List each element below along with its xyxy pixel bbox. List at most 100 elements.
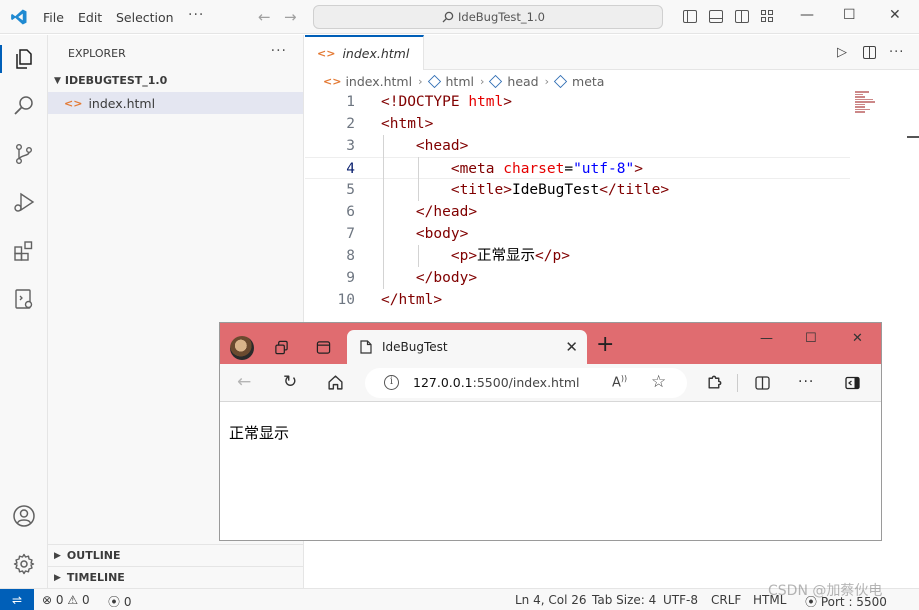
menu-edit[interactable]: Edit	[78, 10, 102, 25]
favorite-star-icon[interactable]: ☆	[651, 372, 666, 392]
menu-selection[interactable]: Selection	[116, 10, 174, 25]
maximize-icon[interactable]: ☐	[805, 331, 817, 346]
source-control-icon[interactable]	[12, 142, 36, 166]
vscode-logo-icon	[11, 9, 27, 25]
extensions-icon[interactable]	[706, 374, 723, 391]
tab-size[interactable]: Tab Size: 4	[592, 593, 656, 607]
code-line[interactable]: 1 <!DOCTYPE html>	[305, 91, 850, 113]
file-item-label: index.html	[88, 95, 156, 111]
code-text: <head>	[415, 138, 469, 154]
settings-gear-icon[interactable]	[12, 552, 36, 576]
run-debug-icon[interactable]	[12, 191, 36, 215]
chevron-right-icon: ›	[418, 74, 423, 88]
editor-more-icon[interactable]: ···	[889, 45, 904, 60]
customize-layout-icon[interactable]	[761, 10, 775, 23]
indent-guide	[418, 157, 419, 201]
code-text: <!DOCTYPE html>	[381, 94, 512, 110]
chevron-right-icon: ▶	[54, 572, 61, 583]
line-number: 5	[346, 182, 355, 198]
warning-icon: ⚠	[67, 593, 79, 607]
maximize-icon[interactable]: ☐	[843, 7, 856, 23]
read-aloud-icon[interactable]: A))	[612, 374, 627, 390]
profile-avatar[interactable]	[230, 336, 254, 360]
home-icon[interactable]	[327, 374, 344, 391]
html-file-icon: <>	[323, 74, 342, 88]
toolbar-divider	[737, 374, 738, 392]
breadcrumb-html[interactable]: html	[446, 74, 474, 89]
browser-page-content: 正常显示	[220, 402, 881, 540]
breadcrumb-head[interactable]: head	[507, 74, 538, 89]
code-line[interactable]: 5 <title>IdeBugTest</title>	[305, 179, 850, 201]
tab-label: index.html	[342, 46, 410, 61]
tab-index-html[interactable]: <> index.html	[305, 35, 424, 70]
title-bar: File Edit Selection ··· ← → IdeBugTest_1…	[0, 0, 919, 34]
minimize-icon[interactable]: —	[800, 7, 814, 23]
code-line[interactable]: 3 <head>	[305, 135, 850, 157]
tab-actions-icon[interactable]	[316, 340, 331, 355]
indent-guide	[418, 245, 419, 267]
remote-indicator-icon[interactable]: ⇌	[0, 589, 34, 610]
cursor-position[interactable]: Ln 4, Col 26	[515, 593, 587, 607]
address-bar[interactable]: i 127.0.0.1:5500/index.html A)) ☆	[365, 368, 687, 398]
element-icon	[489, 74, 503, 88]
code-editor[interactable]: 1 <!DOCTYPE html> 2 <html> 3 <head> 4 <meta c…	[305, 91, 905, 321]
code-text: <body>	[415, 226, 469, 242]
workspace-folder-header[interactable]: ▼ IDEBUGTEST_1.0	[54, 74, 167, 87]
command-center-search[interactable]: IdeBugTest_1.0	[313, 5, 663, 29]
watermark: CSDN @加蔡伙电	[768, 583, 883, 599]
go-back-icon[interactable]: ←	[258, 8, 271, 26]
code-line[interactable]: 6 </head>	[305, 201, 850, 223]
workspaces-icon[interactable]	[274, 340, 289, 355]
browser-toolbar: ← ↻ i 127.0.0.1:5500/index.html A)) ☆ ··…	[220, 364, 881, 402]
sidebar-toggle-icon[interactable]	[844, 375, 861, 391]
toggle-secondary-sidebar-icon[interactable]	[735, 10, 749, 23]
split-editor-icon[interactable]	[863, 46, 876, 59]
explorer-icon[interactable]	[12, 47, 36, 71]
line-number: 6	[346, 204, 355, 220]
menu-file[interactable]: File	[43, 10, 64, 25]
file-item-index-html[interactable]: <> index.html	[48, 92, 303, 114]
account-icon[interactable]	[12, 504, 36, 528]
code-line[interactable]: 4 <meta charset="utf-8">	[305, 157, 850, 179]
ports-indicator[interactable]: ⦿ 0	[108, 593, 131, 610]
back-icon[interactable]: ←	[237, 372, 251, 392]
remote-explorer-icon[interactable]	[12, 287, 36, 311]
code-line[interactable]: 7 <body>	[305, 223, 850, 245]
close-tab-icon[interactable]: ✕	[565, 338, 578, 356]
line-ending[interactable]: CRLF	[711, 593, 741, 607]
extensions-icon[interactable]	[12, 239, 36, 263]
breadcrumb-file[interactable]: index.html	[345, 74, 412, 89]
toggle-primary-sidebar-icon[interactable]	[683, 10, 697, 23]
go-forward-icon[interactable]: →	[284, 8, 297, 26]
line-number: 9	[346, 270, 355, 286]
settings-more-icon[interactable]: ···	[798, 372, 814, 392]
code-line[interactable]: 10 </html>	[305, 289, 850, 311]
menu-more-icon[interactable]: ···	[188, 7, 204, 23]
code-text: <p>正常显示</p>	[450, 248, 570, 264]
browser-tab[interactable]: IdeBugTest ✕	[347, 330, 587, 364]
minimize-icon[interactable]: —	[760, 331, 773, 346]
toggle-panel-icon[interactable]	[709, 10, 723, 23]
code-text: </head>	[415, 204, 478, 220]
minimap[interactable]	[855, 91, 877, 113]
active-indicator	[0, 45, 2, 73]
outline-panel-header[interactable]: ▶ OUTLINE	[48, 544, 303, 566]
search-icon[interactable]	[12, 94, 36, 118]
run-icon[interactable]: ▷	[837, 45, 847, 60]
code-line[interactable]: 9 </body>	[305, 267, 850, 289]
timeline-panel-header[interactable]: ▶ TIMELINE	[48, 566, 303, 588]
site-info-icon[interactable]: i	[384, 375, 399, 390]
refresh-icon[interactable]: ↻	[283, 372, 297, 392]
close-icon[interactable]: ✕	[852, 331, 863, 346]
encoding[interactable]: UTF-8	[663, 593, 698, 607]
split-screen-icon[interactable]	[754, 375, 771, 391]
code-text: <meta charset="utf-8">	[450, 161, 643, 177]
sidebar-more-icon[interactable]: ···	[271, 43, 287, 59]
code-line[interactable]: 8 <p>正常显示</p>	[305, 245, 850, 267]
new-tab-icon[interactable]: +	[596, 334, 614, 356]
close-icon[interactable]: ✕	[889, 7, 901, 23]
problems-indicator[interactable]: ⊗ 0 ⚠ 0	[42, 593, 90, 607]
code-line[interactable]: 2 <html>	[305, 113, 850, 135]
breadcrumb-meta[interactable]: meta	[572, 74, 604, 89]
line-number: 10	[337, 292, 355, 308]
